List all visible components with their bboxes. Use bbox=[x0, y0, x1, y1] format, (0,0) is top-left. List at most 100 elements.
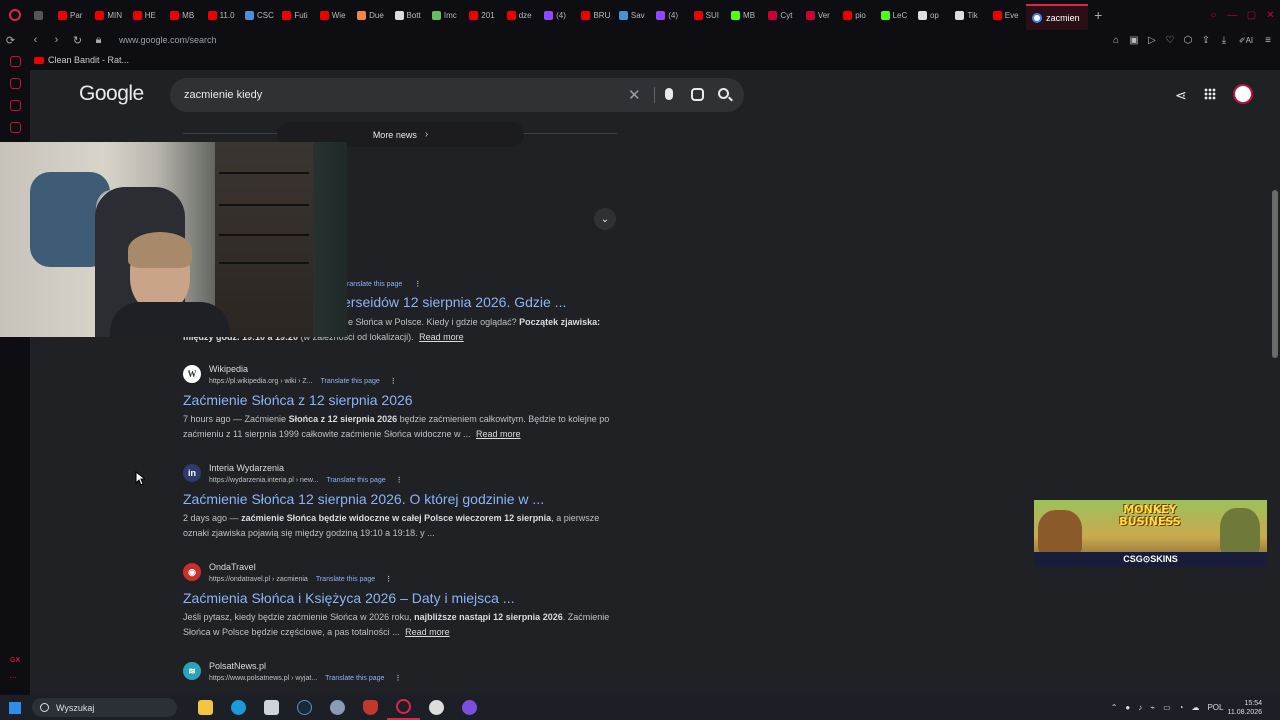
clock[interactable]: 15:54 11.08.2026 bbox=[1227, 699, 1262, 717]
back-button[interactable]: ‹ bbox=[25, 34, 46, 46]
url-text[interactable]: https://pl.wikipedia.org › wiki › Z... bbox=[209, 378, 312, 385]
display-icon[interactable]: ▭ bbox=[1163, 703, 1171, 712]
page-scrollbar[interactable] bbox=[1270, 70, 1280, 695]
cloud-icon[interactable]: ☁ bbox=[1191, 703, 1199, 712]
translate-link[interactable]: Translate this page bbox=[326, 477, 385, 484]
browser-tab[interactable]: HE bbox=[129, 0, 166, 30]
microphone-icon[interactable]: ● bbox=[1125, 703, 1130, 712]
read-more-link[interactable]: Read more bbox=[419, 332, 464, 342]
browser-tab[interactable]: SUI bbox=[690, 0, 727, 30]
result-site-name[interactable]: Interia Wydarzenia bbox=[209, 463, 284, 473]
browser-tab[interactable]: Due bbox=[353, 0, 390, 30]
browser-tab[interactable]: MIN bbox=[91, 0, 128, 30]
url-text[interactable]: https://www.polsatnews.pl › wyjat... bbox=[209, 675, 317, 682]
forward-button[interactable]: › bbox=[46, 34, 67, 46]
start-button[interactable] bbox=[0, 695, 30, 720]
browser-tab[interactable]: op bbox=[914, 0, 951, 30]
more-options-icon[interactable]: ⋮ bbox=[385, 576, 392, 583]
browser-tab[interactable]: MB bbox=[727, 0, 764, 30]
heart-icon[interactable]: ♡ bbox=[1164, 35, 1176, 46]
read-more-link[interactable]: Read more bbox=[476, 429, 521, 439]
url-text[interactable]: https://wydarzenia.interia.pl › new... bbox=[209, 477, 318, 484]
result-title[interactable]: Zaćmienia Słońca i Księżyca 2026 – Daty … bbox=[183, 590, 623, 606]
translate-link[interactable]: Translate this page bbox=[325, 675, 384, 682]
close-button[interactable]: ✕ bbox=[1261, 10, 1280, 21]
vpn-app[interactable] bbox=[354, 695, 387, 720]
browser-tab[interactable]: BRU bbox=[577, 0, 614, 30]
translate-link[interactable]: Translate this page bbox=[316, 576, 375, 583]
browser-tab[interactable]: 201 bbox=[465, 0, 502, 30]
search-input[interactable] bbox=[184, 78, 624, 112]
result-site-name[interactable]: PolsatNews.pl bbox=[209, 661, 266, 671]
opera-gx-app[interactable] bbox=[387, 695, 420, 720]
wifi-icon[interactable]: ◔ bbox=[1179, 703, 1184, 712]
browser-tab[interactable]: pio bbox=[839, 0, 876, 30]
search-icon[interactable] bbox=[718, 88, 729, 99]
settings-app[interactable] bbox=[321, 695, 354, 720]
more-options-icon[interactable]: ⋮ bbox=[396, 477, 403, 484]
gx-control-icon[interactable] bbox=[10, 56, 21, 67]
translate-label[interactable]: ranslate this page bbox=[347, 281, 402, 288]
messenger-icon[interactable] bbox=[10, 100, 21, 111]
read-more-link[interactable]: Read more bbox=[405, 627, 450, 637]
browser-tab[interactable]: Cyt bbox=[764, 0, 801, 30]
browser-tab[interactable]: Futi bbox=[278, 0, 315, 30]
browser-tab[interactable]: Wie bbox=[316, 0, 353, 30]
chevron-up-icon[interactable]: ⌃ bbox=[1111, 703, 1118, 712]
microphone-icon[interactable] bbox=[665, 88, 673, 100]
more-options-icon[interactable]: ⋮ bbox=[390, 378, 397, 385]
taskbar-search[interactable]: Wyszukaj bbox=[32, 698, 177, 717]
browser-tab[interactable]: Imc bbox=[428, 0, 465, 30]
aria-ai-icon[interactable]: ✐AI bbox=[1236, 36, 1256, 45]
screenshot-icon[interactable]: ▣ bbox=[1128, 35, 1140, 46]
browser-tab[interactable]: Sav bbox=[615, 0, 652, 30]
avatar[interactable] bbox=[1233, 84, 1253, 104]
download-icon[interactable]: ⤓ bbox=[1218, 35, 1230, 46]
more-icon[interactable]: ··· bbox=[10, 675, 17, 682]
result-site-name[interactable]: Wikipedia bbox=[209, 364, 248, 374]
search-tabs-icon[interactable]: ○ bbox=[1204, 10, 1223, 21]
share-icon[interactable]: ⇪ bbox=[1200, 35, 1212, 46]
sponsor-ad[interactable]: MONKEY BUSINESS CSG⊙SKINS bbox=[1034, 500, 1267, 567]
browser-tab[interactable]: Tik bbox=[951, 0, 988, 30]
refresh-button[interactable]: ↻ bbox=[67, 34, 88, 47]
result-site-name[interactable]: OndaTravel bbox=[209, 562, 256, 572]
obs-app[interactable] bbox=[420, 695, 453, 720]
gx-label[interactable]: GX bbox=[10, 657, 20, 664]
edge-app[interactable] bbox=[222, 695, 255, 720]
url-text[interactable]: https://ondatravel.pl › zacmienia bbox=[209, 576, 308, 583]
lock-icon[interactable]: 🔒︎ bbox=[88, 34, 109, 47]
reload-icon[interactable]: ⟳ bbox=[0, 34, 21, 47]
tab-search-icon[interactable] bbox=[30, 0, 54, 30]
bookmark-item[interactable]: Clean Bandit - Rat... bbox=[34, 55, 129, 65]
browser-tab[interactable]: (4) bbox=[540, 0, 577, 30]
apps-icon[interactable] bbox=[1204, 88, 1216, 100]
search-box[interactable]: ✕ bbox=[170, 78, 744, 112]
menu-icon[interactable]: ≡ bbox=[1262, 35, 1274, 46]
lens-icon[interactable] bbox=[691, 88, 704, 101]
app-4[interactable] bbox=[255, 695, 288, 720]
browser-tab[interactable]: 11.0 bbox=[204, 0, 241, 30]
url-field[interactable]: www.google.com/search bbox=[119, 35, 217, 45]
chevron-down-icon[interactable]: ⌄ bbox=[594, 208, 616, 230]
opera-menu-button[interactable] bbox=[0, 0, 30, 30]
browser-tab[interactable]: Par bbox=[54, 0, 91, 30]
scrollbar-thumb[interactable] bbox=[1272, 190, 1278, 358]
minimize-button[interactable]: — bbox=[1223, 10, 1242, 21]
browser-tab[interactable]: dze bbox=[503, 0, 540, 30]
pin-icon[interactable]: ⌂ bbox=[1110, 35, 1122, 46]
language-indicator[interactable]: POL bbox=[1207, 703, 1223, 712]
more-options-icon[interactable]: ⋮ bbox=[394, 675, 401, 682]
maximize-button[interactable]: ▢ bbox=[1242, 10, 1261, 21]
kick-icon[interactable] bbox=[10, 122, 21, 133]
browser-tab[interactable]: Bott bbox=[391, 0, 428, 30]
volume-icon[interactable]: ♪ bbox=[1138, 703, 1142, 712]
share-icon[interactable]: ⋖ bbox=[1175, 87, 1187, 104]
translate-link[interactable]: ranslate this page ⋮ bbox=[347, 280, 421, 288]
browser-tab[interactable]: LeC bbox=[877, 0, 914, 30]
tab-active[interactable]: zacmien bbox=[1026, 4, 1089, 30]
clear-icon[interactable]: ✕ bbox=[628, 86, 641, 104]
steam-app[interactable] bbox=[288, 695, 321, 720]
browser-tab[interactable]: (4) bbox=[652, 0, 689, 30]
google-logo[interactable]: Google bbox=[79, 82, 144, 106]
